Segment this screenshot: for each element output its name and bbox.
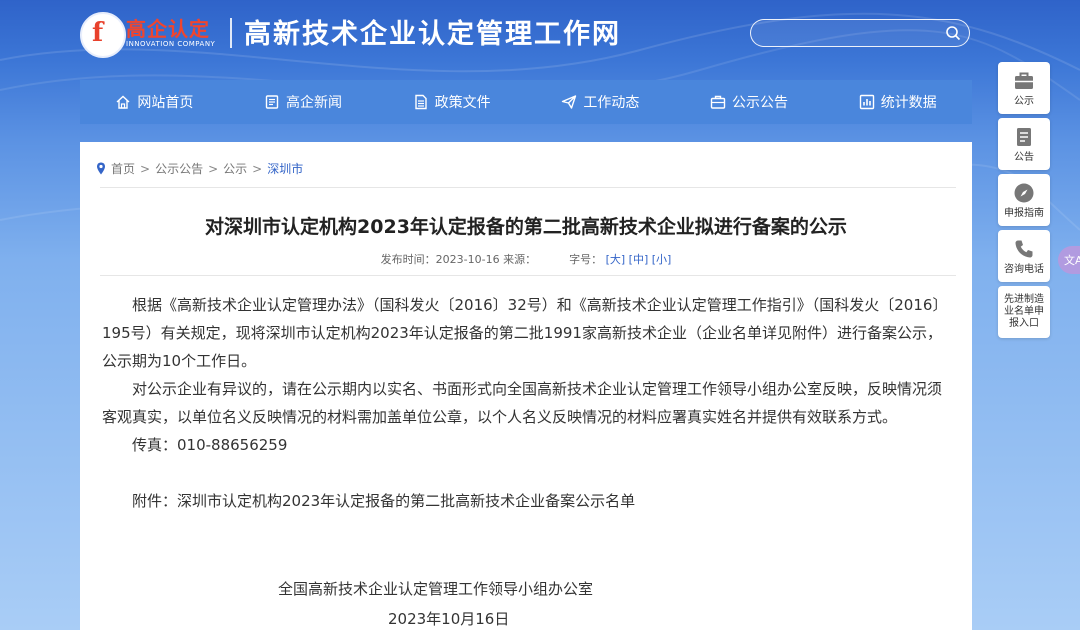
divider — [100, 275, 956, 276]
logo-title: 高企认定 — [126, 17, 210, 41]
side-toolbar: 公示 公告 申报指南 咨询电话 先进制造业名单申报入口 — [998, 62, 1050, 342]
breadcrumb-current[interactable]: 深圳市 — [267, 160, 303, 177]
article-body: 根据《高新技术企业认定管理办法》（国科发火〔2016〕32号）和《高新技术企业认… — [102, 291, 950, 515]
side-button-announcement[interactable]: 公告 — [998, 118, 1050, 170]
compass-icon — [1014, 183, 1034, 203]
divider — [100, 187, 956, 188]
site-logo[interactable]: f 高企认定 INNOVATION COMPANY — [80, 10, 220, 58]
breadcrumb-separator: > — [208, 161, 219, 176]
nav-label: 政策文件 — [434, 95, 491, 111]
search-box[interactable] — [750, 19, 970, 47]
breadcrumb-public[interactable]: 公示 — [223, 160, 247, 177]
side-button-label: 申报指南 — [1004, 208, 1044, 219]
breadcrumb: 首页 > 公示公告 > 公示 > 深圳市 — [96, 160, 303, 177]
logo-mark: f — [80, 12, 126, 58]
publish-info: 发布时间：2023-10-16 来源： — [380, 253, 537, 266]
nav-work[interactable]: 工作动态 — [526, 80, 675, 124]
nav-news[interactable]: 高企新闻 — [229, 80, 378, 124]
location-pin-icon — [97, 162, 105, 175]
nav-label: 高企新闻 — [286, 95, 342, 111]
side-button-label: 公告 — [1014, 152, 1034, 163]
breadcrumb-separator: > — [252, 161, 263, 176]
breadcrumb-home[interactable]: 首页 — [111, 160, 135, 177]
breadcrumb-separator: > — [140, 161, 151, 176]
document-icon — [414, 94, 427, 110]
fax-line: 传真：010-88656259 — [132, 436, 288, 454]
article-panel: 首页 > 公示公告 > 公示 > 深圳市 对深圳市认定机构2023年认定报备的第… — [80, 142, 972, 630]
nav-home[interactable]: 网站首页 — [80, 80, 229, 124]
font-medium-link[interactable]: [中] — [629, 253, 649, 266]
side-button-label: 咨询电话 — [1004, 264, 1044, 275]
nav-label: 公示公告 — [732, 95, 789, 111]
chart-icon — [859, 94, 874, 110]
font-size-label: 字号： — [569, 253, 603, 266]
translate-tab[interactable]: 文A — [1058, 246, 1080, 274]
logo-glyph: f — [92, 18, 104, 48]
send-icon — [562, 95, 577, 109]
font-small-link[interactable]: [小] — [652, 253, 672, 266]
home-icon — [116, 95, 130, 109]
nav-stats[interactable]: 统计数据 — [823, 80, 972, 124]
side-button-guide[interactable]: 申报指南 — [998, 174, 1050, 226]
paragraph: 根据《高新技术企业认定管理办法》（国科发火〔2016〕32号）和《高新技术企业认… — [102, 296, 948, 370]
nav-notice[interactable]: 公示公告 — [675, 80, 824, 124]
breadcrumb-notices[interactable]: 公示公告 — [155, 160, 203, 177]
side-button-manufacturing-entry[interactable]: 先进制造业名单申报入口 — [998, 286, 1050, 338]
attachment-line[interactable]: 附件：深圳市认定机构2023年认定报备的第二批高新技术企业备案公示名单 — [102, 487, 950, 515]
signature-date: 2023年10月16日 — [388, 610, 510, 628]
article-meta: 发布时间：2023-10-16 来源： 字号： [大] [中] [小] — [80, 251, 972, 267]
side-button-phone[interactable]: 咨询电话 — [998, 230, 1050, 282]
nav-label: 网站首页 — [137, 95, 194, 111]
signature-org: 全国高新技术企业认定管理工作领导小组办公室 — [278, 580, 594, 598]
briefcase-icon — [710, 95, 726, 109]
nav-label: 统计数据 — [880, 95, 937, 111]
side-button-label: 先进制造业名单申报入口 — [1004, 294, 1044, 329]
logo-subtitle: INNOVATION COMPANY — [126, 40, 216, 48]
main-nav: 网站首页 高企新闻 政策文件 工作动态 公示公告 统计数据 — [80, 80, 972, 124]
font-large-link[interactable]: [大] — [606, 253, 626, 266]
notice-icon — [1017, 128, 1031, 146]
paragraph: 对公示企业有异议的，请在公示期内以实名、书面形式向全国高新技术企业认定管理工作领… — [102, 380, 943, 426]
nav-policy[interactable]: 政策文件 — [377, 80, 526, 124]
header-divider — [230, 18, 232, 48]
article-title: 对深圳市认定机构2023年认定报备的第二批高新技术企业拟进行备案的公示 — [205, 216, 847, 238]
site-title: 高新技术企业认定管理工作网 — [244, 19, 621, 50]
nav-label: 工作动态 — [583, 95, 640, 111]
phone-icon — [1015, 240, 1033, 258]
briefcase-icon — [1015, 72, 1033, 89]
search-icon[interactable] — [945, 25, 961, 41]
side-button-label: 公示 — [1014, 96, 1034, 107]
side-button-public[interactable]: 公示 — [998, 62, 1050, 114]
search-input[interactable] — [763, 24, 937, 44]
news-icon — [265, 95, 279, 109]
